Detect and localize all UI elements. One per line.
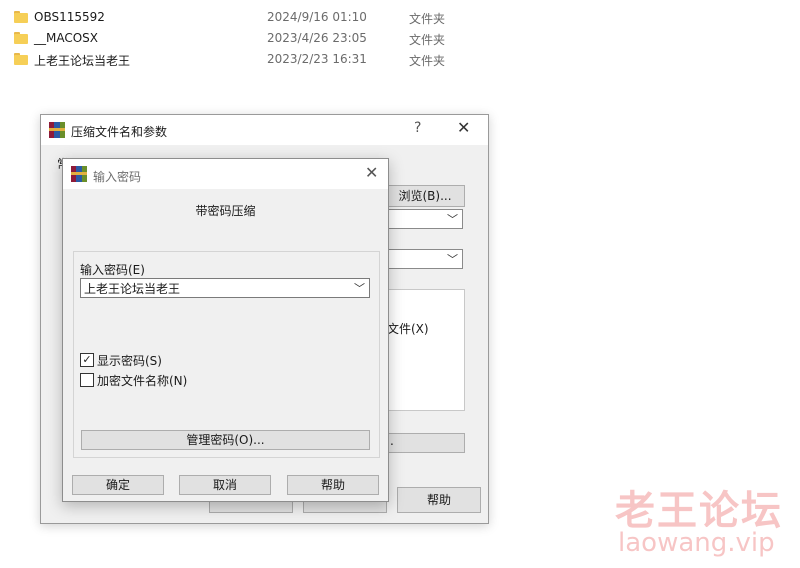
password-dialog: 输入密码 ✕ 带密码压缩 输入密码(E) 上老王论坛当老王 ﹀ ✓ 显示密码(S… [62, 158, 389, 502]
archive-name-combo[interactable]: ﹀ [385, 209, 463, 229]
checkbox-box[interactable] [80, 373, 94, 387]
file-name: OBS115592 [34, 10, 105, 24]
close-icon[interactable]: ✕ [457, 118, 470, 137]
dialog-subtitle: 带密码压缩 [195, 204, 256, 218]
update-mode-combo[interactable]: ﹀ [385, 249, 463, 269]
archive-dialog-titlebar[interactable]: 压缩文件名和参数 ? ✕ [41, 115, 488, 145]
file-date: 2024/9/16 01:10 [267, 10, 367, 24]
file-date: 2023/2/23 16:31 [267, 52, 367, 66]
password-dialog-title: 输入密码 [93, 170, 142, 184]
folder-icon [14, 32, 28, 44]
file-type: 文件夹 [409, 33, 446, 47]
file-type: 文件夹 [409, 12, 446, 26]
ok-button[interactable]: 确定 [72, 475, 164, 495]
file-name: 上老王论坛当老王 [34, 54, 131, 68]
help-icon[interactable]: ? [414, 120, 421, 136]
chevron-down-icon: ﹀ [447, 213, 458, 226]
file-date: 2023/4/26 23:05 [267, 31, 367, 45]
option-label: 文件(X) [387, 322, 429, 336]
winrar-icon [49, 122, 65, 138]
winrar-icon [71, 166, 87, 182]
archive-dialog-title: 压缩文件名和参数 [71, 125, 168, 139]
settings-button-label: . [390, 434, 394, 448]
file-name: __MACOSX [34, 31, 99, 45]
encrypt-names-label: 加密文件名称(N) [97, 374, 188, 388]
chevron-down-icon: ﹀ [447, 253, 458, 266]
file-row[interactable]: __MACOSX 2023/4/26 23:05 文件夹 [14, 29, 494, 49]
file-row[interactable]: OBS115592 2024/9/16 01:10 文件夹 [14, 8, 494, 28]
close-icon[interactable]: ✕ [365, 163, 378, 182]
folder-icon [14, 53, 28, 65]
show-password-label: 显示密码(S) [97, 354, 162, 368]
archive-help-button[interactable]: 帮助 [397, 487, 481, 513]
archive-options-group [385, 289, 465, 411]
browse-button[interactable]: 浏览(B)... [385, 185, 465, 207]
password-value: 上老王论坛当老王 [84, 282, 181, 296]
chevron-down-icon[interactable]: ﹀ [354, 280, 365, 296]
password-input[interactable]: 上老王论坛当老王 ﹀ [80, 278, 370, 298]
cancel-button[interactable]: 取消 [179, 475, 271, 495]
help-button[interactable]: 帮助 [287, 475, 379, 495]
manage-passwords-button[interactable]: 管理密码(O)... [81, 430, 370, 450]
file-type: 文件夹 [409, 54, 446, 68]
password-dialog-titlebar[interactable]: 输入密码 ✕ [63, 159, 388, 189]
file-row[interactable]: 上老王论坛当老王 2023/2/23 16:31 文件夹 [14, 50, 494, 70]
password-label: 输入密码(E) [80, 263, 145, 277]
watermark-url: laowang.vip [618, 528, 775, 558]
settings-button[interactable]: . [385, 433, 465, 453]
folder-icon [14, 11, 28, 23]
checkbox-box[interactable]: ✓ [80, 353, 94, 367]
